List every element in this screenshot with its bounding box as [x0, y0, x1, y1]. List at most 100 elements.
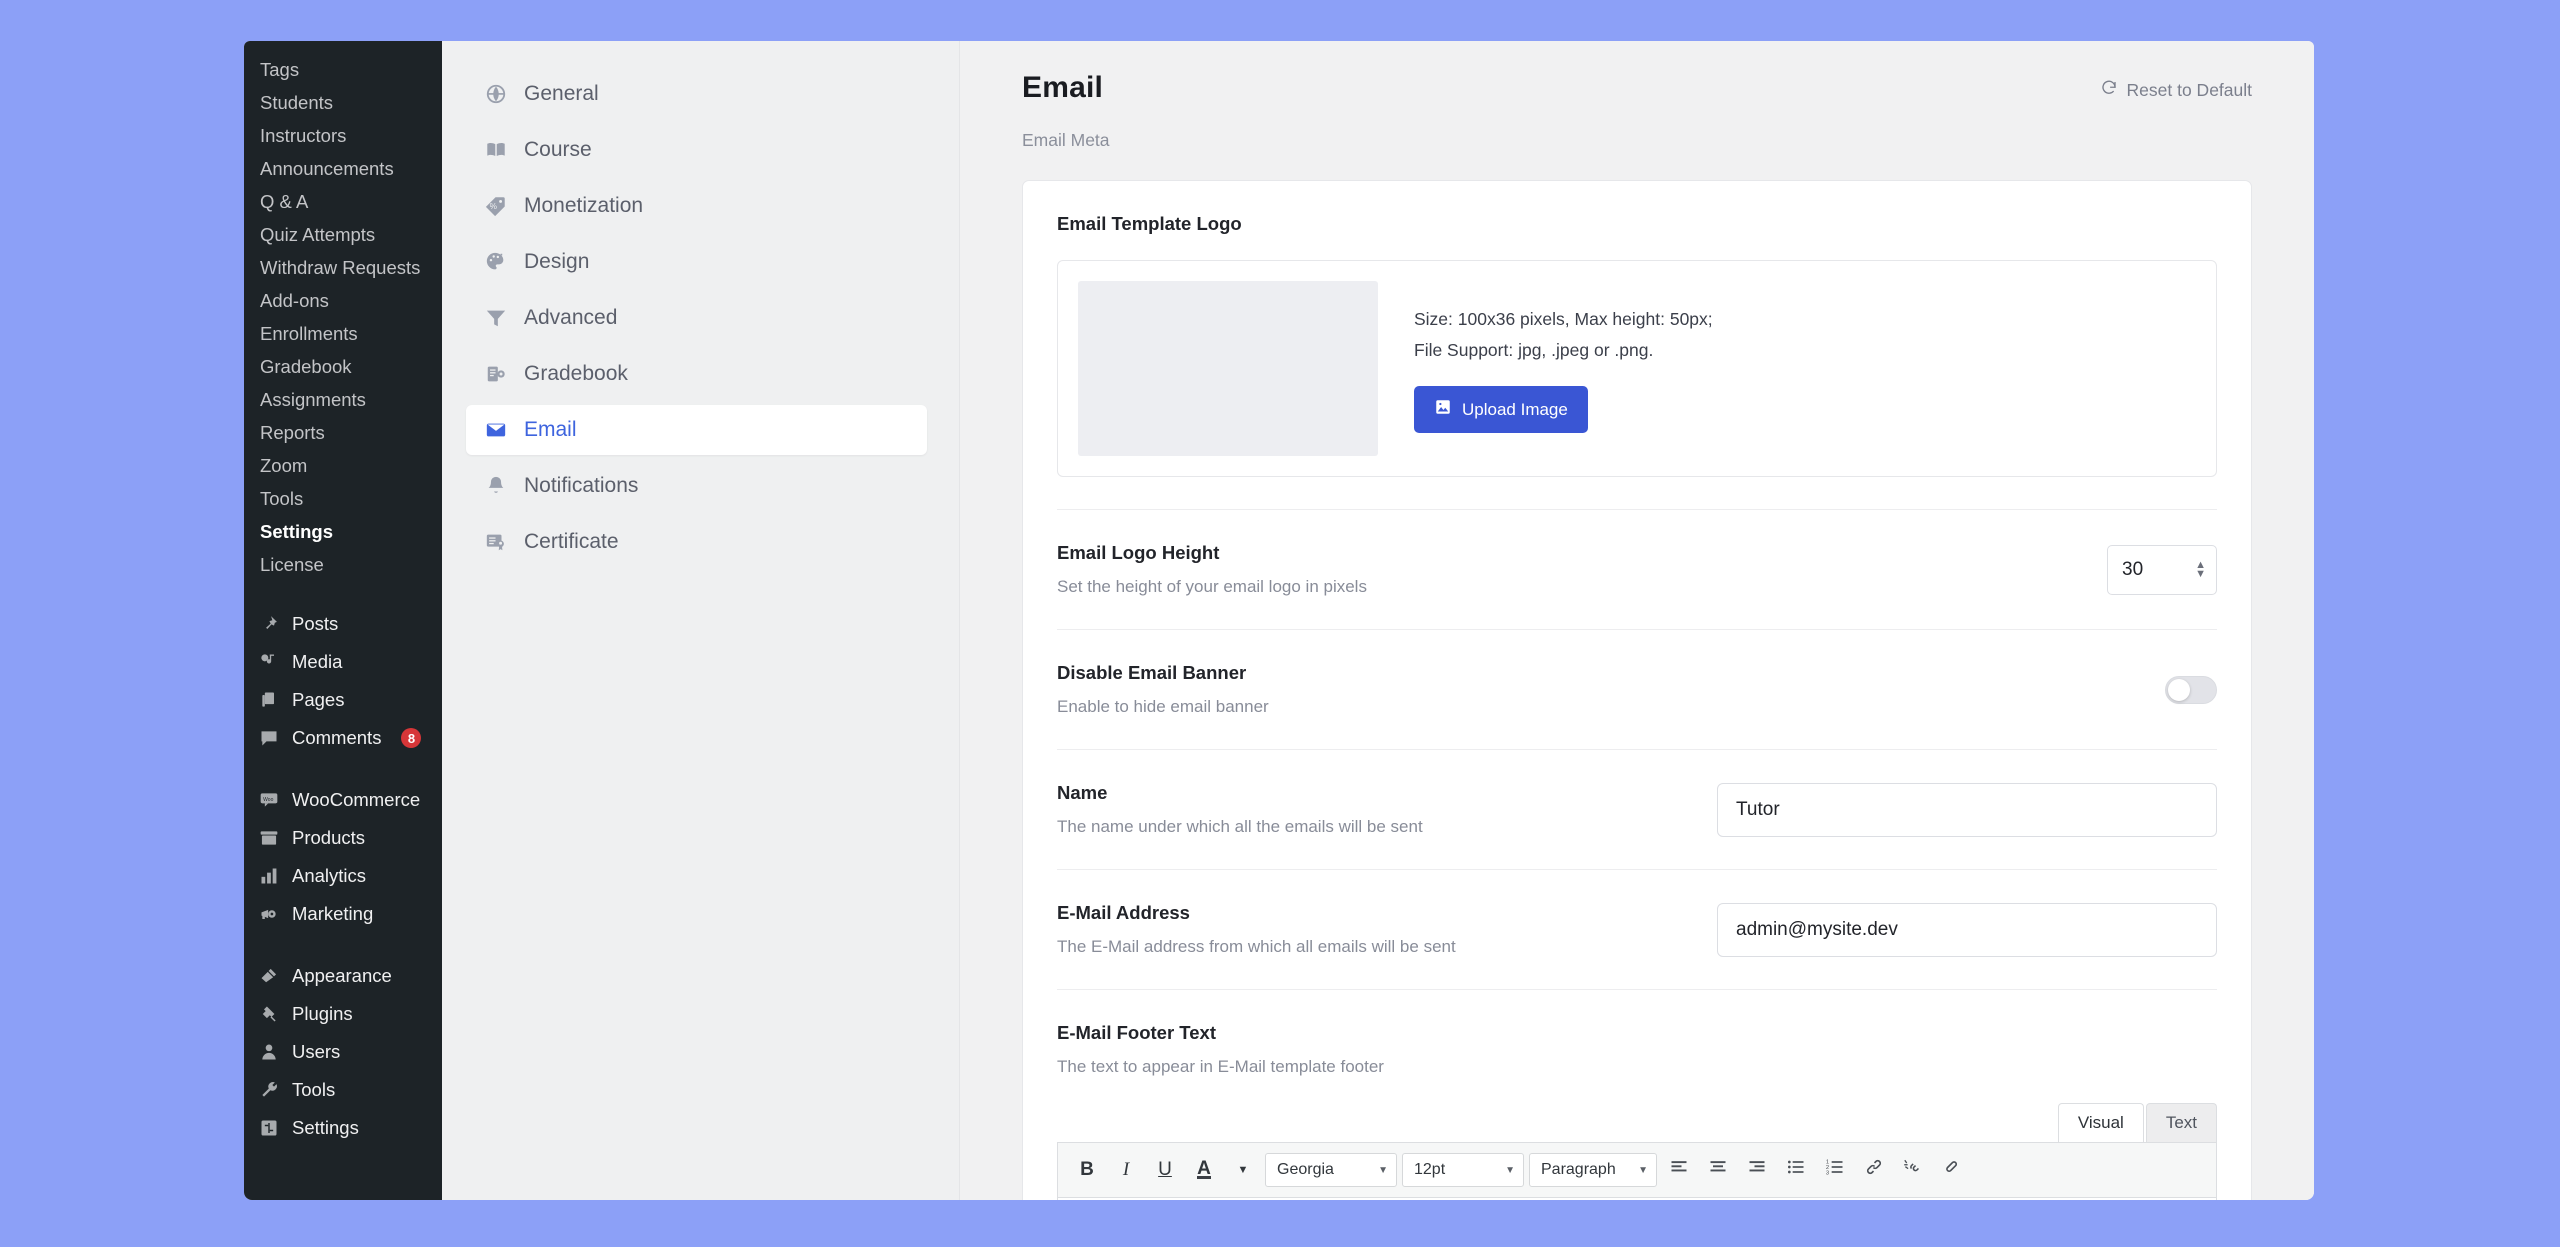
disable-email-banner-toggle[interactable] [2165, 675, 2217, 704]
remove-link-button[interactable] [1896, 1153, 1930, 1187]
tutor-submenu-item-withdraw-requests[interactable]: Withdraw Requests [244, 251, 442, 284]
wp-menu-item-products[interactable]: Products [244, 819, 442, 857]
tutor-submenu-item-instructors[interactable]: Instructors [244, 119, 442, 152]
settings-nav-item-monetization[interactable]: % Monetization [466, 181, 927, 231]
toggle-knob [2168, 678, 2190, 701]
users-icon [258, 1041, 280, 1063]
italic-button[interactable]: I [1109, 1153, 1143, 1187]
settings-nav-label: Notifications [524, 474, 639, 497]
reset-to-default-button[interactable]: Reset to Default [2100, 79, 2252, 102]
email-meta-card: Email Template Logo Size: 100x36 pixels,… [1022, 180, 2252, 1200]
tutor-submenu-label: Settings [260, 521, 333, 542]
wp-menu-item-analytics[interactable]: Analytics [244, 857, 442, 895]
disable-email-banner-label: Disable Email Banner [1057, 662, 1247, 683]
tutor-submenu-item-enrollments[interactable]: Enrollments [244, 317, 442, 350]
wp-menu-item-woocommerce[interactable]: Woo WooCommerce [244, 781, 442, 819]
tutor-submenu-label: Assignments [260, 389, 366, 410]
font-size-select[interactable]: 12pt ▼ [1402, 1153, 1524, 1187]
tutor-submenu-item-assignments[interactable]: Assignments [244, 383, 442, 416]
svg-text:Woo: Woo [263, 797, 273, 803]
tutor-submenu-label: Q & A [260, 191, 309, 212]
bullet-list-button[interactable] [1779, 1153, 1813, 1187]
wp-menu-item-plugins[interactable]: Plugins [244, 995, 442, 1033]
settings-nav-item-advanced[interactable]: Advanced [466, 293, 927, 343]
settings-nav-label: Design [524, 250, 590, 273]
font-family-select[interactable]: Georgia ▼ [1265, 1153, 1397, 1187]
wp-menu-item-settings[interactable]: Settings [244, 1109, 442, 1147]
tutor-submenu-item-announcements[interactable]: Announcements [244, 152, 442, 185]
settings-nav-item-email[interactable]: Email [466, 405, 927, 455]
text-color-button[interactable]: A [1187, 1153, 1221, 1187]
clear-formatting-button[interactable] [1935, 1153, 1969, 1187]
email-logo-height-stepper[interactable]: 30 ▲ ▼ [2107, 544, 2217, 595]
wp-menu-item-posts[interactable]: Posts [244, 605, 442, 643]
logo-filesupport-text: File Support: jpg, .jpeg or .png. [1414, 340, 1654, 360]
text-color-chevron-down-icon[interactable]: ▼ [1226, 1153, 1260, 1187]
envelope-icon [484, 418, 508, 442]
wp-menu-item-appearance[interactable]: Appearance [244, 957, 442, 995]
numbered-list-button[interactable]: 123 [1818, 1153, 1852, 1187]
wp-menu-label: WooCommerce [292, 789, 421, 810]
marketing-icon [258, 903, 280, 925]
wp-menu-label: Comments [292, 727, 382, 748]
gradebook-icon [484, 362, 508, 386]
paragraph-format-select[interactable]: Paragraph ▼ [1529, 1153, 1657, 1187]
wp-menu-item-tools[interactable]: Tools [244, 1071, 442, 1109]
upload-image-button[interactable]: Upload Image [1414, 386, 1588, 433]
pages-icon [258, 689, 280, 711]
tab-text[interactable]: Text [2145, 1103, 2217, 1142]
settings-nav-item-general[interactable]: General [466, 69, 927, 119]
settings-nav-item-course[interactable]: Course [466, 125, 927, 175]
tutor-submenu-item-tools[interactable]: Tools [244, 482, 442, 515]
wp-menu-item-media[interactable]: Media [244, 643, 442, 681]
align-center-button[interactable] [1701, 1153, 1735, 1187]
tutor-submenu-item-zoom[interactable]: Zoom [244, 449, 442, 482]
tutor-submenu-item-reports[interactable]: Reports [244, 416, 442, 449]
bold-button[interactable]: B [1070, 1153, 1104, 1187]
tutor-submenu-item-students[interactable]: Students [244, 86, 442, 119]
wp-menu-item-comments[interactable]: Comments 8 [244, 719, 442, 757]
wp-menu-item-pages[interactable]: Pages [244, 681, 442, 719]
chevron-down-icon: ▼ [1638, 1164, 1648, 1176]
wp-menu-label: Analytics [292, 865, 367, 886]
chevron-down-icon[interactable]: ▼ [2195, 568, 2206, 579]
settings-nav-item-notifications[interactable]: Notifications [466, 461, 927, 511]
settings-nav-item-certificate[interactable]: Certificate [466, 517, 927, 567]
wp-menu-label: Media [292, 651, 343, 672]
tutor-submenu-item-add-ons[interactable]: Add-ons [244, 284, 442, 317]
email-template-logo-label: Email Template Logo [1057, 213, 1242, 234]
tab-visual[interactable]: Visual [2057, 1103, 2144, 1142]
tutor-submenu-item-tags[interactable]: Tags [244, 53, 442, 86]
settings-nav-item-gradebook[interactable]: Gradebook [466, 349, 927, 399]
insert-link-button[interactable] [1857, 1153, 1891, 1187]
settings-nav-item-design[interactable]: Design [466, 237, 927, 287]
email-address-input[interactable] [1717, 902, 2217, 957]
align-left-button[interactable] [1662, 1153, 1696, 1187]
name-input[interactable] [1717, 782, 2217, 837]
settings-nav-label: Course [524, 138, 592, 161]
tutor-submenu-item-settings[interactable]: Settings [244, 515, 442, 548]
tutor-submenu-item-quiz-attempts[interactable]: Quiz Attempts [244, 218, 442, 251]
logo-preview-placeholder [1078, 281, 1378, 456]
appearance-icon [258, 965, 280, 987]
wp-menu-label: Plugins [292, 1003, 353, 1024]
tutor-submenu-item-gradebook[interactable]: Gradebook [244, 350, 442, 383]
page-title: Email [1022, 71, 1104, 104]
tutor-submenu-item-license[interactable]: License [244, 548, 442, 581]
tools-icon [258, 1079, 280, 1101]
align-right-button[interactable] [1740, 1153, 1774, 1187]
logo-upload-box: Size: 100x36 pixels, Max height: 50px; F… [1057, 260, 2217, 477]
wp-menu-item-marketing[interactable]: Marketing [244, 895, 442, 933]
editor-content-area[interactable] [1057, 1198, 2217, 1200]
tutor-submenu-label: Tools [260, 488, 304, 509]
stepper-arrows-icon[interactable]: ▲ ▼ [2195, 559, 2206, 579]
tutor-submenu: Tags Students Instructors Announcements Q & … [244, 53, 442, 581]
logo-upload-info: Size: 100x36 pixels, Max height: 50px; F… [1414, 304, 1713, 433]
underline-button[interactable]: U [1148, 1153, 1182, 1187]
wp-menu-label: Marketing [292, 903, 374, 924]
tutor-submenu-item-q-a[interactable]: Q & A [244, 185, 442, 218]
palette-icon [484, 250, 508, 274]
tutor-submenu-label: Gradebook [260, 356, 352, 377]
settings-icon [258, 1117, 280, 1139]
wp-menu-item-users[interactable]: Users [244, 1033, 442, 1071]
